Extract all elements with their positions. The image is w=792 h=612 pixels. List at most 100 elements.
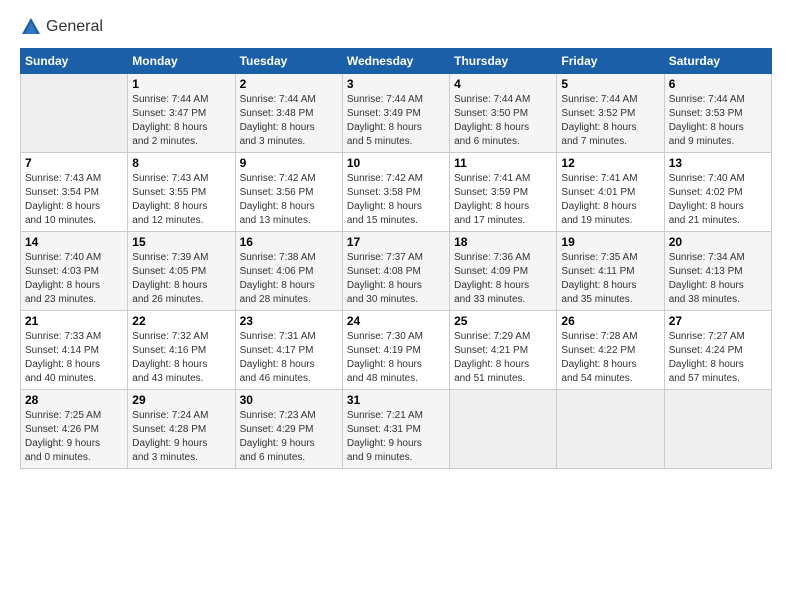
day-number: 9 bbox=[240, 156, 338, 170]
day-info: Sunrise: 7:41 AM Sunset: 4:01 PM Dayligh… bbox=[561, 172, 659, 228]
day-number: 28 bbox=[25, 393, 123, 407]
day-number: 24 bbox=[347, 314, 445, 328]
day-info: Sunrise: 7:39 AM Sunset: 4:05 PM Dayligh… bbox=[132, 251, 230, 307]
col-tuesday: Tuesday bbox=[235, 49, 342, 74]
calendar-cell bbox=[21, 74, 128, 153]
calendar-cell: 27Sunrise: 7:27 AM Sunset: 4:24 PM Dayli… bbox=[664, 311, 771, 390]
calendar-cell: 8 Sunrise: 7:43 AM Sunset: 3:55 PM Daylig… bbox=[128, 153, 235, 232]
day-number: 3 bbox=[347, 77, 445, 91]
day-info: Sunrise: 7:33 AM Sunset: 4:14 PM Dayligh… bbox=[25, 330, 123, 386]
day-info: Sunrise: 7:44 AM Sunset: 3:48 PM Dayligh… bbox=[240, 93, 338, 149]
day-number: 21 bbox=[25, 314, 123, 328]
day-info: Sunrise: 7:27 AM Sunset: 4:24 PM Dayligh… bbox=[669, 330, 767, 386]
calendar-cell: 3 Sunrise: 7:44 AM Sunset: 3:49 PM Daylig… bbox=[342, 74, 449, 153]
day-info: Sunrise: 7:44 AM Sunset: 3:50 PM Dayligh… bbox=[454, 93, 552, 149]
day-info: Sunrise: 7:24 AM Sunset: 4:28 PM Dayligh… bbox=[132, 409, 230, 465]
calendar-week-row: 7 Sunrise: 7:43 AM Sunset: 3:54 PM Daylig… bbox=[21, 153, 772, 232]
calendar-cell: 26Sunrise: 7:28 AM Sunset: 4:22 PM Dayli… bbox=[557, 311, 664, 390]
day-info: Sunrise: 7:42 AM Sunset: 3:58 PM Dayligh… bbox=[347, 172, 445, 228]
calendar-cell: 10 Sunrise: 7:42 AM Sunset: 3:58 PM Dayli… bbox=[342, 153, 449, 232]
day-info: Sunrise: 7:41 AM Sunset: 3:59 PM Dayligh… bbox=[454, 172, 552, 228]
day-info: Sunrise: 7:40 AM Sunset: 4:03 PM Dayligh… bbox=[25, 251, 123, 307]
calendar-cell: 2Sunrise: 7:44 AM Sunset: 3:48 PM Daylig… bbox=[235, 74, 342, 153]
calendar-cell: 24 Sunrise: 7:30 AM Sunset: 4:19 PM Dayli… bbox=[342, 311, 449, 390]
calendar-cell: 14 Sunrise: 7:40 AM Sunset: 4:03 PM Dayli… bbox=[21, 232, 128, 311]
day-info: Sunrise: 7:44 AM Sunset: 3:53 PM Dayligh… bbox=[669, 93, 767, 149]
day-number: 29 bbox=[132, 393, 230, 407]
calendar-cell: 31 Sunrise: 7:21 AM Sunset: 4:31 PM Dayli… bbox=[342, 390, 449, 469]
day-info: Sunrise: 7:31 AM Sunset: 4:17 PM Dayligh… bbox=[240, 330, 338, 386]
calendar-week-row: 28 Sunrise: 7:25 AM Sunset: 4:26 PM Dayli… bbox=[21, 390, 772, 469]
day-info: Sunrise: 7:44 AM Sunset: 3:52 PM Dayligh… bbox=[561, 93, 659, 149]
day-number: 19 bbox=[561, 235, 659, 249]
calendar-cell: 30 Sunrise: 7:23 AM Sunset: 4:29 PM Dayli… bbox=[235, 390, 342, 469]
day-number: 25 bbox=[454, 314, 552, 328]
day-number: 7 bbox=[25, 156, 123, 170]
day-number: 5 bbox=[561, 77, 659, 91]
day-info: Sunrise: 7:34 AM Sunset: 4:13 PM Dayligh… bbox=[669, 251, 767, 307]
calendar-cell: 4Sunrise: 7:44 AM Sunset: 3:50 PM Daylig… bbox=[450, 74, 557, 153]
calendar-week-row: 14 Sunrise: 7:40 AM Sunset: 4:03 PM Dayli… bbox=[21, 232, 772, 311]
day-info: Sunrise: 7:23 AM Sunset: 4:29 PM Dayligh… bbox=[240, 409, 338, 465]
day-number: 31 bbox=[347, 393, 445, 407]
day-number: 10 bbox=[347, 156, 445, 170]
calendar-cell: 20Sunrise: 7:34 AM Sunset: 4:13 PM Dayli… bbox=[664, 232, 771, 311]
day-info: Sunrise: 7:43 AM Sunset: 3:55 PM Dayligh… bbox=[132, 172, 230, 228]
day-info: Sunrise: 7:32 AM Sunset: 4:16 PM Dayligh… bbox=[132, 330, 230, 386]
day-number: 22 bbox=[132, 314, 230, 328]
col-saturday: Saturday bbox=[664, 49, 771, 74]
calendar-cell: 12 Sunrise: 7:41 AM Sunset: 4:01 PM Dayli… bbox=[557, 153, 664, 232]
day-number: 6 bbox=[669, 77, 767, 91]
calendar-cell bbox=[557, 390, 664, 469]
day-number: 1 bbox=[132, 77, 230, 91]
calendar-cell bbox=[664, 390, 771, 469]
calendar-week-row: 21 Sunrise: 7:33 AM Sunset: 4:14 PM Dayli… bbox=[21, 311, 772, 390]
day-number: 13 bbox=[669, 156, 767, 170]
day-info: Sunrise: 7:44 AM Sunset: 3:49 PM Dayligh… bbox=[347, 93, 445, 149]
calendar-cell: 23 Sunrise: 7:31 AM Sunset: 4:17 PM Dayli… bbox=[235, 311, 342, 390]
calendar-cell: 29 Sunrise: 7:24 AM Sunset: 4:28 PM Dayli… bbox=[128, 390, 235, 469]
day-info: Sunrise: 7:29 AM Sunset: 4:21 PM Dayligh… bbox=[454, 330, 552, 386]
day-number: 12 bbox=[561, 156, 659, 170]
calendar-cell: 5 Sunrise: 7:44 AM Sunset: 3:52 PM Daylig… bbox=[557, 74, 664, 153]
day-number: 23 bbox=[240, 314, 338, 328]
calendar-cell: 13 Sunrise: 7:40 AM Sunset: 4:02 PM Dayli… bbox=[664, 153, 771, 232]
day-info: Sunrise: 7:40 AM Sunset: 4:02 PM Dayligh… bbox=[669, 172, 767, 228]
calendar-cell: 16 Sunrise: 7:38 AM Sunset: 4:06 PM Dayli… bbox=[235, 232, 342, 311]
calendar-cell: 1 Sunrise: 7:44 AM Sunset: 3:47 PM Daylig… bbox=[128, 74, 235, 153]
day-info: Sunrise: 7:28 AM Sunset: 4:22 PM Dayligh… bbox=[561, 330, 659, 386]
day-number: 16 bbox=[240, 235, 338, 249]
calendar-cell: 7 Sunrise: 7:43 AM Sunset: 3:54 PM Daylig… bbox=[21, 153, 128, 232]
calendar-cell: 15 Sunrise: 7:39 AM Sunset: 4:05 PM Dayli… bbox=[128, 232, 235, 311]
day-info: Sunrise: 7:38 AM Sunset: 4:06 PM Dayligh… bbox=[240, 251, 338, 307]
logo-icon bbox=[20, 16, 42, 38]
col-thursday: Thursday bbox=[450, 49, 557, 74]
day-info: Sunrise: 7:44 AM Sunset: 3:47 PM Dayligh… bbox=[132, 93, 230, 149]
calendar-cell: 19Sunrise: 7:35 AM Sunset: 4:11 PM Dayli… bbox=[557, 232, 664, 311]
page: General Sunday Monday Tuesday Wednesday … bbox=[0, 0, 792, 612]
day-info: Sunrise: 7:21 AM Sunset: 4:31 PM Dayligh… bbox=[347, 409, 445, 465]
col-wednesday: Wednesday bbox=[342, 49, 449, 74]
day-number: 18 bbox=[454, 235, 552, 249]
calendar-cell: 6 Sunrise: 7:44 AM Sunset: 3:53 PM Daylig… bbox=[664, 74, 771, 153]
day-info: Sunrise: 7:30 AM Sunset: 4:19 PM Dayligh… bbox=[347, 330, 445, 386]
day-number: 15 bbox=[132, 235, 230, 249]
day-number: 14 bbox=[25, 235, 123, 249]
day-number: 11 bbox=[454, 156, 552, 170]
day-info: Sunrise: 7:37 AM Sunset: 4:08 PM Dayligh… bbox=[347, 251, 445, 307]
calendar-cell: 28 Sunrise: 7:25 AM Sunset: 4:26 PM Dayli… bbox=[21, 390, 128, 469]
col-monday: Monday bbox=[128, 49, 235, 74]
day-number: 30 bbox=[240, 393, 338, 407]
day-info: Sunrise: 7:42 AM Sunset: 3:56 PM Dayligh… bbox=[240, 172, 338, 228]
calendar-cell: 11 Sunrise: 7:41 AM Sunset: 3:59 PM Dayli… bbox=[450, 153, 557, 232]
calendar-cell bbox=[450, 390, 557, 469]
day-info: Sunrise: 7:25 AM Sunset: 4:26 PM Dayligh… bbox=[25, 409, 123, 465]
calendar-week-row: 1 Sunrise: 7:44 AM Sunset: 3:47 PM Daylig… bbox=[21, 74, 772, 153]
day-number: 8 bbox=[132, 156, 230, 170]
calendar-cell: 17 Sunrise: 7:37 AM Sunset: 4:08 PM Dayli… bbox=[342, 232, 449, 311]
logo: General bbox=[20, 16, 103, 38]
calendar-table: Sunday Monday Tuesday Wednesday Thursday… bbox=[20, 48, 772, 469]
day-info: Sunrise: 7:43 AM Sunset: 3:54 PM Dayligh… bbox=[25, 172, 123, 228]
day-number: 17 bbox=[347, 235, 445, 249]
calendar-cell: 22 Sunrise: 7:32 AM Sunset: 4:16 PM Dayli… bbox=[128, 311, 235, 390]
